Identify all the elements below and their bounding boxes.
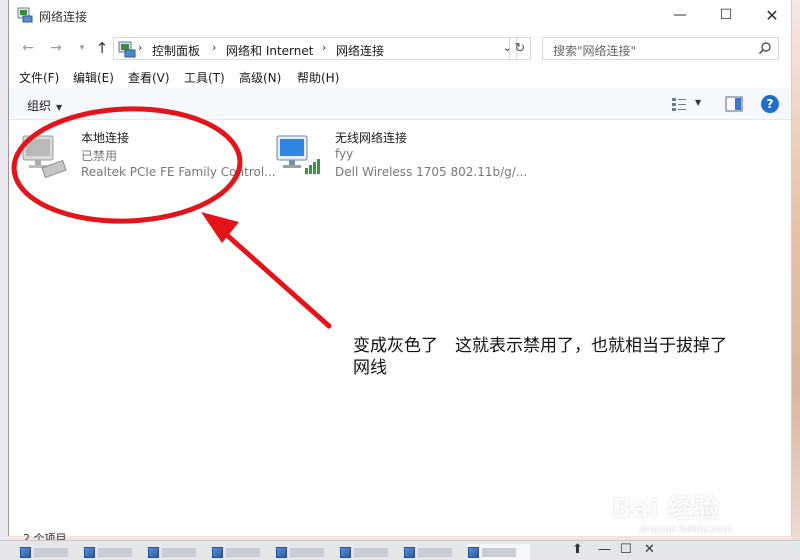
baidu-watermark-url: jingyan.baidu.com (640, 524, 733, 535)
pin-icon[interactable]: ⬆ (572, 542, 583, 557)
taskbar-item-active[interactable] (468, 544, 530, 560)
breadcrumb-separator[interactable]: › (212, 41, 216, 54)
taskbar-item[interactable] (340, 544, 390, 560)
desktop-background-strip (792, 0, 800, 560)
command-bar: 组织 ▼ ▼ ? (9, 88, 791, 120)
connection-status: fyy (335, 147, 354, 161)
app-icon (212, 546, 223, 558)
menu-advanced[interactable]: 高级(N) (239, 69, 281, 86)
taskbar-item-label (354, 547, 388, 557)
back-button[interactable]: ← (17, 37, 39, 59)
minimize-icon[interactable]: — (598, 542, 611, 557)
control-panel-icon (118, 41, 136, 58)
menu-file[interactable]: 文件(F) (19, 69, 59, 86)
connection-name: 无线网络连接 (335, 131, 408, 145)
network-connections-icon (17, 7, 33, 23)
menu-tools[interactable]: 工具(T) (184, 69, 225, 86)
window-title: 网络连接 (39, 10, 88, 24)
restore-icon[interactable]: ☐ (620, 542, 632, 557)
connection-device: Realtek PCIe FE Family Control... (81, 165, 276, 179)
taskbar-item-label (482, 547, 516, 557)
taskbar-item[interactable] (84, 544, 134, 560)
taskbar-item-label (98, 547, 132, 557)
organize-button[interactable]: 组织 ▼ (27, 97, 62, 114)
baidu-watermark: Bai 经验 (612, 494, 720, 524)
annotation-line-2: 网线 (353, 358, 387, 378)
breadcrumb-separator[interactable]: › (322, 41, 326, 54)
background-left-strip (0, 0, 8, 560)
organize-label: 组织 (27, 99, 52, 113)
title-bar: 网络连接 — ☐ ✕ (9, 0, 791, 32)
menu-help[interactable]: 帮助(H) (297, 69, 339, 86)
explorer-window: 网络连接 — ☐ ✕ ← → ▾ ↑ › 控制面板 › 网络和 Internet (8, 0, 793, 545)
refresh-icon: ↻ (514, 41, 526, 56)
preview-pane-icon[interactable] (725, 96, 743, 112)
taskbar-item[interactable] (148, 544, 198, 560)
left-arrow-icon: ← (22, 40, 34, 56)
taskbar-item[interactable] (404, 544, 454, 560)
right-arrow-icon: → (50, 40, 62, 56)
view-options-chevron-icon[interactable]: ▼ (695, 98, 701, 107)
refresh-button[interactable]: ↻ (509, 37, 531, 60)
breadcrumb-separator[interactable]: › (138, 41, 142, 54)
chevron-down-icon: ▾ (79, 43, 85, 53)
taskbar-item-label (226, 547, 260, 557)
close-icon[interactable]: ✕ (644, 542, 655, 557)
breadcrumb-network-connections[interactable]: 网络连接 (336, 42, 384, 59)
search-icon (758, 42, 771, 55)
connection-status: 已禁用 (81, 149, 118, 163)
taskbar-item[interactable] (20, 544, 70, 560)
app-icon (84, 546, 95, 558)
annotation-arrow-head (201, 212, 239, 243)
app-icon (340, 546, 351, 558)
connection-device: Dell Wireless 1705 802.11b/g/... (335, 165, 528, 179)
breadcrumb-control-panel[interactable]: 控制面板 (152, 42, 200, 59)
taskbar-item-label (418, 547, 452, 557)
wireless-adapter-icon (276, 135, 320, 174)
recent-locations-button[interactable]: ▾ (71, 37, 93, 59)
taskbar-item[interactable] (276, 544, 326, 560)
search-placeholder: 搜索"网络连接" (553, 44, 637, 58)
address-bar[interactable]: › 控制面板 › 网络和 Internet › 网络连接 ⌄ (113, 37, 517, 60)
annotation-line-1: 变成灰色了 这就表示禁用了，也就相当于拔掉了 (353, 336, 727, 356)
ethernet-adapter-icon (22, 135, 67, 178)
chevron-down-icon: ▼ (56, 103, 63, 112)
app-icon (148, 546, 159, 558)
up-button[interactable]: ↑ (91, 37, 113, 59)
up-arrow-icon: ↑ (95, 39, 109, 57)
search-input[interactable]: 搜索"网络连接" (542, 37, 779, 60)
taskbar-item-label (162, 547, 196, 557)
app-icon (468, 546, 479, 558)
connection-item-local[interactable]: 本地连接 已禁用 Realtek PCIe FE Family Control.… (21, 128, 281, 184)
navigation-bar: ← → ▾ ↑ › 控制面板 › 网络和 Internet › 网络连接 ⌄ ↻ (9, 34, 791, 62)
change-view-icon[interactable] (671, 96, 687, 112)
connection-item-wireless[interactable]: 无线网络连接 fyy Dell Wireless 1705 802.11b/g/… (275, 128, 535, 184)
annotation-text: 变成灰色了 这就表示禁用了，也就相当于拔掉了 网线 (353, 335, 793, 379)
taskbar-item[interactable] (212, 544, 262, 560)
forward-button[interactable]: → (45, 37, 67, 59)
connection-name: 本地连接 (81, 131, 130, 145)
help-button[interactable]: ? (761, 95, 779, 113)
close-button[interactable]: ✕ (749, 0, 795, 30)
menu-view[interactable]: 查看(V) (128, 69, 170, 86)
taskbar: ⬆ — ☐ ✕ (0, 540, 800, 560)
app-icon (404, 546, 415, 558)
taskbar-item-label (34, 547, 68, 557)
app-icon (276, 546, 287, 558)
app-icon (20, 546, 31, 558)
menu-edit[interactable]: 编辑(E) (73, 69, 114, 86)
taskbar-item-label (290, 547, 324, 557)
menu-bar: 文件(F) 编辑(E) 查看(V) 工具(T) 高级(N) 帮助(H) (9, 66, 791, 86)
breadcrumb-network-internet[interactable]: 网络和 Internet (226, 42, 313, 59)
minimize-button[interactable]: — (657, 0, 703, 30)
maximize-button[interactable]: ☐ (703, 0, 749, 30)
annotation-arrow-shaft (216, 225, 332, 329)
